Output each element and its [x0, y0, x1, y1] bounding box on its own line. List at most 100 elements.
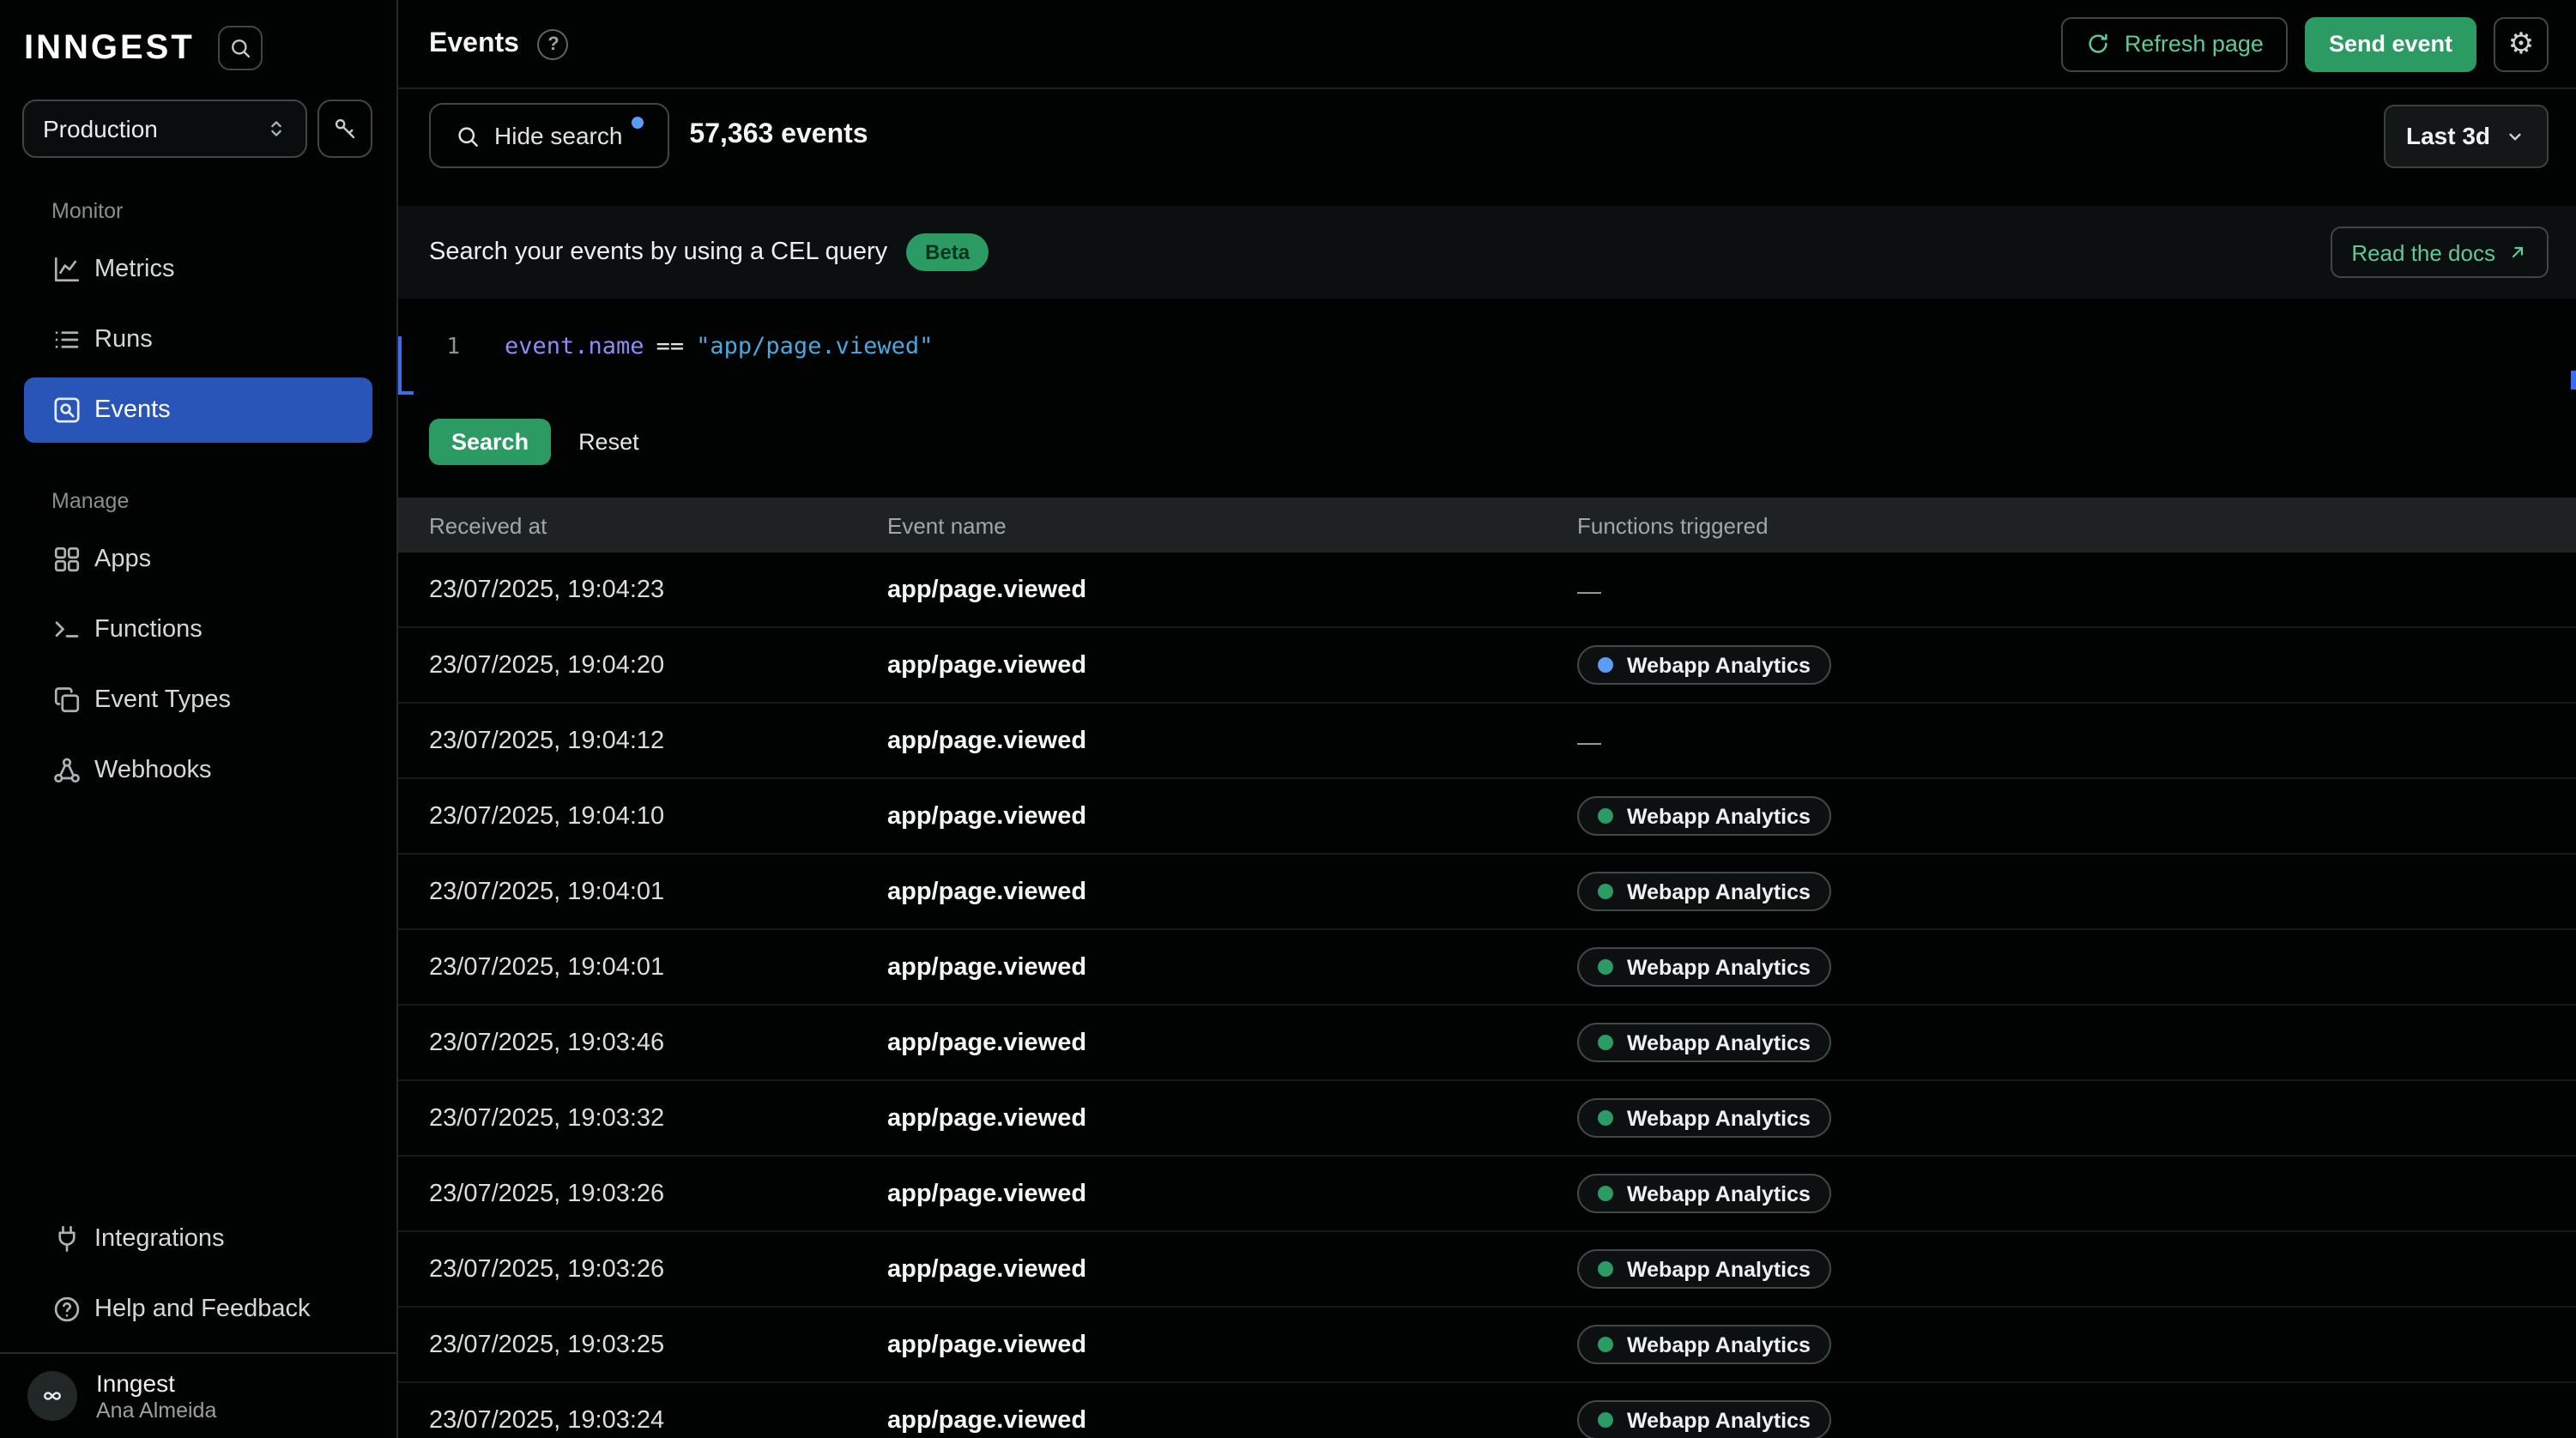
sidebar-item-event-types[interactable]: Event Types	[24, 668, 372, 733]
sidebar-item-integrations[interactable]: Integrations	[24, 1206, 372, 1272]
table-row[interactable]: 23/07/2025, 19:04:10 app/page.viewed Web…	[398, 779, 2576, 855]
cel-query-text[interactable]: event.name=="app/page.viewed"	[505, 333, 933, 360]
cell-event-name: app/page.viewed	[887, 727, 1577, 754]
sidebar-item-label: Integrations	[94, 1225, 225, 1253]
sidebar-item-webhooks[interactable]: Webhooks	[24, 738, 372, 803]
sidebar-item-functions[interactable]: Functions	[24, 597, 372, 662]
function-badge[interactable]: Webapp Analytics	[1577, 645, 1831, 685]
read-the-docs-button[interactable]: Read the docs	[2331, 227, 2549, 278]
table-row[interactable]: 23/07/2025, 19:03:32 app/page.viewed Web…	[398, 1081, 2576, 1157]
function-badge[interactable]: Webapp Analytics	[1577, 1400, 1831, 1438]
table-row[interactable]: 23/07/2025, 19:04:01 app/page.viewed Web…	[398, 855, 2576, 930]
reset-button[interactable]: Reset	[578, 429, 639, 455]
function-status-dot	[1598, 657, 1613, 673]
cell-event-name: app/page.viewed	[887, 651, 1577, 679]
table-row[interactable]: 23/07/2025, 19:04:20 app/page.viewed Web…	[398, 628, 2576, 704]
function-badge-label: Webapp Analytics	[1627, 879, 1811, 903]
function-badge[interactable]: Webapp Analytics	[1577, 1023, 1831, 1062]
table-row[interactable]: 23/07/2025, 19:03:26 app/page.viewed Web…	[398, 1232, 2576, 1308]
sidebar-item-apps[interactable]: Apps	[24, 527, 372, 592]
cel-panel-header: Search your events by using a CEL query …	[398, 206, 2576, 299]
function-status-dot	[1598, 1035, 1613, 1050]
help-icon	[51, 1294, 82, 1325]
cell-received-at: 23/07/2025, 19:04:01	[429, 953, 887, 981]
events-table-header: Received at Event name Functions trigger…	[398, 498, 2576, 553]
cell-functions: —	[1577, 576, 2576, 603]
settings-button[interactable]: ⚙	[2494, 16, 2549, 71]
function-status-dot	[1598, 1261, 1613, 1277]
function-status-dot	[1598, 1412, 1613, 1428]
apps-icon	[51, 544, 82, 575]
table-row[interactable]: 23/07/2025, 19:04:01 app/page.viewed Web…	[398, 930, 2576, 1006]
function-badge-label: Webapp Analytics	[1627, 653, 1811, 677]
code-token-string: "app/page.viewed"	[696, 333, 933, 360]
table-row[interactable]: 23/07/2025, 19:03:24 app/page.viewed Web…	[398, 1383, 2576, 1438]
function-badge[interactable]: Webapp Analytics	[1577, 1325, 1831, 1364]
cel-query-editor[interactable]: 1 event.name=="app/page.viewed"	[398, 299, 2576, 395]
events-icon	[51, 395, 82, 426]
cell-event-name: app/page.viewed	[887, 1255, 1577, 1283]
table-row[interactable]: 23/07/2025, 19:03:46 app/page.viewed Web…	[398, 1006, 2576, 1081]
org-avatar	[27, 1371, 77, 1421]
inngest-app: INNGEST Production Monitor Metrics	[0, 0, 2576, 1438]
sidebar-item-events[interactable]: Events	[24, 378, 372, 443]
function-badge[interactable]: Webapp Analytics	[1577, 1249, 1831, 1289]
sidebar-item-label: Metrics	[94, 256, 174, 283]
search-button[interactable]: Search	[429, 419, 551, 465]
column-header-received-at: Received at	[429, 512, 887, 538]
cell-functions: —	[1577, 727, 2576, 754]
page-help-icon[interactable]: ?	[538, 28, 569, 59]
sidebar-nav-manage: Apps Functions Event Types Webhooks	[0, 527, 396, 808]
event-keys-button[interactable]	[317, 100, 372, 158]
account-org-name: Inngest	[96, 1369, 216, 1397]
function-badge[interactable]: Webapp Analytics	[1577, 872, 1831, 911]
cell-received-at: 23/07/2025, 19:04:12	[429, 727, 887, 754]
events-table-body: 23/07/2025, 19:04:23 app/page.viewed — 2…	[398, 553, 2576, 1438]
search-icon	[229, 36, 253, 60]
sidebar-item-runs[interactable]: Runs	[24, 307, 372, 372]
cell-event-name: app/page.viewed	[887, 953, 1577, 981]
sidebar-bottom: Integrations Help and Feedback Inngest A…	[0, 1206, 396, 1438]
table-row[interactable]: 23/07/2025, 19:03:26 app/page.viewed Web…	[398, 1157, 2576, 1232]
hide-search-button[interactable]: Hide search	[429, 103, 668, 168]
function-badge-label: Webapp Analytics	[1627, 1408, 1811, 1432]
function-badge[interactable]: Webapp Analytics	[1577, 947, 1831, 987]
function-badge-label: Webapp Analytics	[1627, 1257, 1811, 1281]
sidebar-section-manage: Manage	[0, 448, 396, 527]
function-status-dot	[1598, 1337, 1613, 1352]
sidebar-section-monitor: Monitor	[0, 158, 396, 237]
table-row[interactable]: 23/07/2025, 19:03:25 app/page.viewed Web…	[398, 1308, 2576, 1383]
header-actions: Refresh page Send event ⚙	[2061, 16, 2549, 71]
function-badge-label: Webapp Analytics	[1627, 804, 1811, 828]
account-text: Inngest Ana Almeida	[96, 1369, 216, 1423]
account-menu[interactable]: Inngest Ana Almeida	[0, 1352, 396, 1438]
sidebar-item-metrics[interactable]: Metrics	[24, 237, 372, 302]
sidebar-item-label: Webhooks	[94, 757, 212, 784]
time-range-selector[interactable]: Last 3d	[2384, 104, 2549, 167]
cell-event-name: app/page.viewed	[887, 1104, 1577, 1132]
beta-badge: Beta	[906, 233, 989, 271]
events-count: 57,363 events	[689, 120, 868, 151]
empty-dash: —	[1577, 727, 1601, 754]
cell-functions: Webapp Analytics	[1577, 1400, 2576, 1438]
function-badge-label: Webapp Analytics	[1627, 1030, 1811, 1054]
send-event-button[interactable]: Send event	[2305, 16, 2476, 71]
refresh-page-button[interactable]: Refresh page	[2061, 16, 2288, 71]
function-badge[interactable]: Webapp Analytics	[1577, 1174, 1831, 1213]
sidebar-search-button[interactable]	[219, 26, 263, 70]
cell-functions: Webapp Analytics	[1577, 796, 2576, 836]
function-badge[interactable]: Webapp Analytics	[1577, 1098, 1831, 1138]
function-badge-label: Webapp Analytics	[1627, 1332, 1811, 1356]
search-actions: Search Reset	[398, 395, 2576, 465]
table-row[interactable]: 23/07/2025, 19:04:23 app/page.viewed —	[398, 553, 2576, 628]
editor-scrollbar[interactable]	[2571, 371, 2576, 390]
events-table: Received at Event name Functions trigger…	[398, 498, 2576, 1438]
time-range-label: Last 3d	[2406, 122, 2490, 149]
environment-selector[interactable]: Production	[22, 100, 307, 158]
function-badge-label: Webapp Analytics	[1627, 955, 1811, 979]
sidebar-item-label: Help and Feedback	[94, 1296, 311, 1323]
sidebar-item-help-and-feedback[interactable]: Help and Feedback	[24, 1277, 372, 1342]
function-badge[interactable]: Webapp Analytics	[1577, 796, 1831, 836]
logo-row: INNGEST	[0, 0, 396, 70]
table-row[interactable]: 23/07/2025, 19:04:12 app/page.viewed —	[398, 704, 2576, 779]
